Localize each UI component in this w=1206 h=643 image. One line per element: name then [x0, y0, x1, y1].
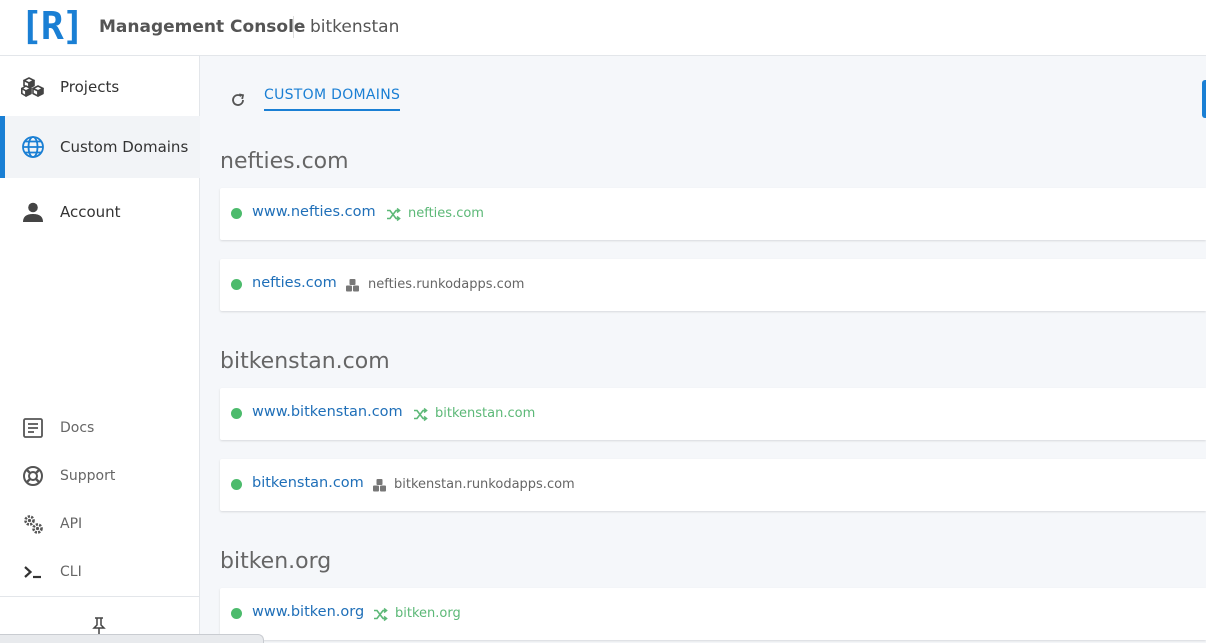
status-dot [231, 208, 242, 219]
sidebar-item-label: Support [60, 468, 116, 484]
globe-icon [22, 136, 44, 158]
gears-icon [24, 515, 43, 534]
main-content: CUSTOM DOMAINS nefties.com www.nefties.c… [201, 56, 1206, 643]
sidebar-item-projects[interactable]: Projects [0, 56, 200, 118]
sidebar-item-cli[interactable]: CLI [0, 552, 200, 592]
status-dot [231, 279, 242, 290]
cubes-icon [21, 77, 44, 97]
domain-row: www.bitkenstan.com bitkenstan.com [220, 388, 1206, 440]
add-domain-button[interactable] [1202, 80, 1206, 118]
domain-target: bitken.org [395, 606, 461, 621]
domain-group-title: nefties.com [220, 149, 349, 174]
domain-link[interactable]: www.bitkenstan.com [252, 404, 403, 420]
tab-custom-domains[interactable]: CUSTOM DOMAINS [264, 87, 401, 111]
domain-target: nefties.com [408, 206, 484, 221]
domain-group-title: bitken.org [220, 549, 332, 574]
sidebar: Projects Custom Domains Account Docs Sup… [0, 56, 200, 643]
sidebar-item-api[interactable]: API [0, 504, 200, 544]
top-bar: [R] Management Console bitkenstan [0, 0, 1206, 56]
sidebar-item-label: API [60, 516, 83, 532]
status-dot [231, 608, 242, 619]
brand-logo[interactable]: [R] [20, 4, 85, 48]
sidebar-item-label: Custom Domains [60, 138, 189, 156]
domain-link[interactable]: nefties.com [252, 275, 337, 291]
pin-icon[interactable] [92, 617, 106, 635]
browser-status-bar [0, 634, 264, 643]
domain-group-title: bitkenstan.com [220, 349, 390, 374]
redirect-icon [387, 207, 401, 222]
sidebar-item-docs[interactable]: Docs [0, 408, 200, 448]
domain-link[interactable]: www.nefties.com [252, 204, 376, 220]
sidebar-item-label: CLI [60, 564, 82, 580]
header-divider [293, 16, 294, 38]
lifebuoy-icon [23, 466, 43, 486]
domain-row: www.nefties.com nefties.com [220, 188, 1206, 240]
domain-row: nefties.com nefties.runkodapps.com [220, 259, 1206, 311]
sidebar-item-label: Account [60, 203, 121, 221]
domain-link[interactable]: bitkenstan.com [252, 475, 364, 491]
cubes-icon [346, 279, 359, 292]
sidebar-item-support[interactable]: Support [0, 456, 200, 496]
sidebar-item-custom-domains[interactable]: Custom Domains [0, 116, 200, 178]
account-name[interactable]: bitkenstan [310, 17, 399, 37]
domain-link[interactable]: www.bitken.org [252, 604, 364, 620]
user-icon [23, 202, 43, 222]
redirect-icon [374, 607, 388, 622]
domain-target: nefties.runkodapps.com [368, 277, 525, 292]
refresh-icon[interactable] [230, 92, 246, 108]
sidebar-item-account[interactable]: Account [0, 181, 200, 243]
terminal-icon [24, 566, 41, 579]
cubes-icon [373, 479, 386, 492]
status-dot [231, 408, 242, 419]
app-title: Management Console [99, 17, 306, 37]
domain-target: bitkenstan.com [435, 406, 536, 421]
status-dot [231, 479, 242, 490]
sidebar-item-label: Projects [60, 78, 120, 96]
domain-row: bitkenstan.com bitkenstan.runkodapps.com [220, 459, 1206, 511]
redirect-icon [414, 407, 428, 422]
document-icon [23, 418, 43, 438]
domain-row: www.bitken.org bitken.org [220, 588, 1206, 640]
domain-target: bitkenstan.runkodapps.com [394, 477, 575, 492]
sidebar-item-label: Docs [60, 420, 95, 436]
